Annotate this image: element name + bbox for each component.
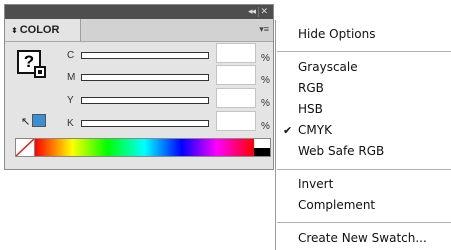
slider-label-y: Y [67, 95, 74, 106]
slider-row-y: Y % [5, 88, 275, 111]
unit-c: % [261, 53, 270, 64]
white-swatch[interactable] [254, 139, 270, 148]
none-swatch[interactable] [16, 139, 35, 156]
panel-tab-row: ⬍ COLOR ▾≡ [5, 19, 273, 42]
value-field-m[interactable] [216, 65, 256, 85]
slider-track-y[interactable] [81, 97, 209, 104]
menu-item-rgb[interactable]: RGB [298, 81, 324, 95]
color-ramp[interactable] [15, 138, 271, 157]
checkmark-icon: ✔ [283, 125, 293, 137]
unit-y: % [261, 98, 270, 109]
titlebar-divider [258, 7, 259, 17]
menu-item-cmyk[interactable]: CMYK [298, 123, 332, 137]
slider-track-c[interactable] [81, 52, 209, 59]
menu-item-invert[interactable]: Invert [298, 177, 333, 191]
black-swatch[interactable] [254, 147, 270, 156]
spectrum-ramp[interactable] [35, 139, 254, 156]
expand-arrows-icon[interactable]: ⬍ [11, 26, 18, 35]
slider-label-m: M [67, 72, 76, 83]
menu-item-create-new-swatch[interactable]: Create New Swatch... [298, 231, 427, 245]
black-white-swatches[interactable] [254, 139, 270, 156]
color-panel: ◂◂ ✕ ⬍ COLOR ▾≡ ? ↖ C % M % Y % K % [4, 4, 274, 170]
slider-track-m[interactable] [81, 74, 209, 81]
slider-row-c: C % [5, 43, 275, 66]
slider-label-k: K [67, 118, 74, 129]
value-field-k[interactable] [216, 111, 256, 131]
menu-item-complement[interactable]: Complement [298, 198, 375, 212]
unit-k: % [261, 121, 270, 132]
menu-item-web-safe-rgb[interactable]: Web Safe RGB [298, 144, 384, 158]
panel-flyout-menu: Hide Options Grayscale RGB HSB ✔ CMYK We… [275, 20, 451, 250]
value-field-y[interactable] [216, 88, 256, 108]
value-field-c[interactable] [216, 43, 256, 63]
menu-item-grayscale[interactable]: Grayscale [298, 60, 358, 74]
tab-color-label: COLOR [19, 24, 60, 36]
menu-separator [277, 169, 451, 170]
close-icon[interactable]: ✕ [260, 6, 268, 17]
none-slash-icon [16, 139, 34, 156]
slider-row-m: M % [5, 65, 275, 88]
tab-color[interactable]: ⬍ COLOR [5, 19, 81, 41]
panel-titlebar: ◂◂ ✕ [5, 5, 273, 19]
menu-item-hsb[interactable]: HSB [298, 102, 323, 116]
panel-menu-icon[interactable]: ▾≡ [259, 24, 269, 35]
slider-label-c: C [67, 50, 75, 61]
slider-row-k: K % [5, 111, 275, 134]
unit-m: % [261, 75, 270, 86]
slider-track-k[interactable] [81, 120, 209, 127]
menu-separator [277, 222, 451, 223]
menu-item-hide-options[interactable]: Hide Options [298, 27, 375, 41]
menu-separator [277, 51, 451, 52]
collapse-icon[interactable]: ◂◂ [248, 6, 256, 17]
